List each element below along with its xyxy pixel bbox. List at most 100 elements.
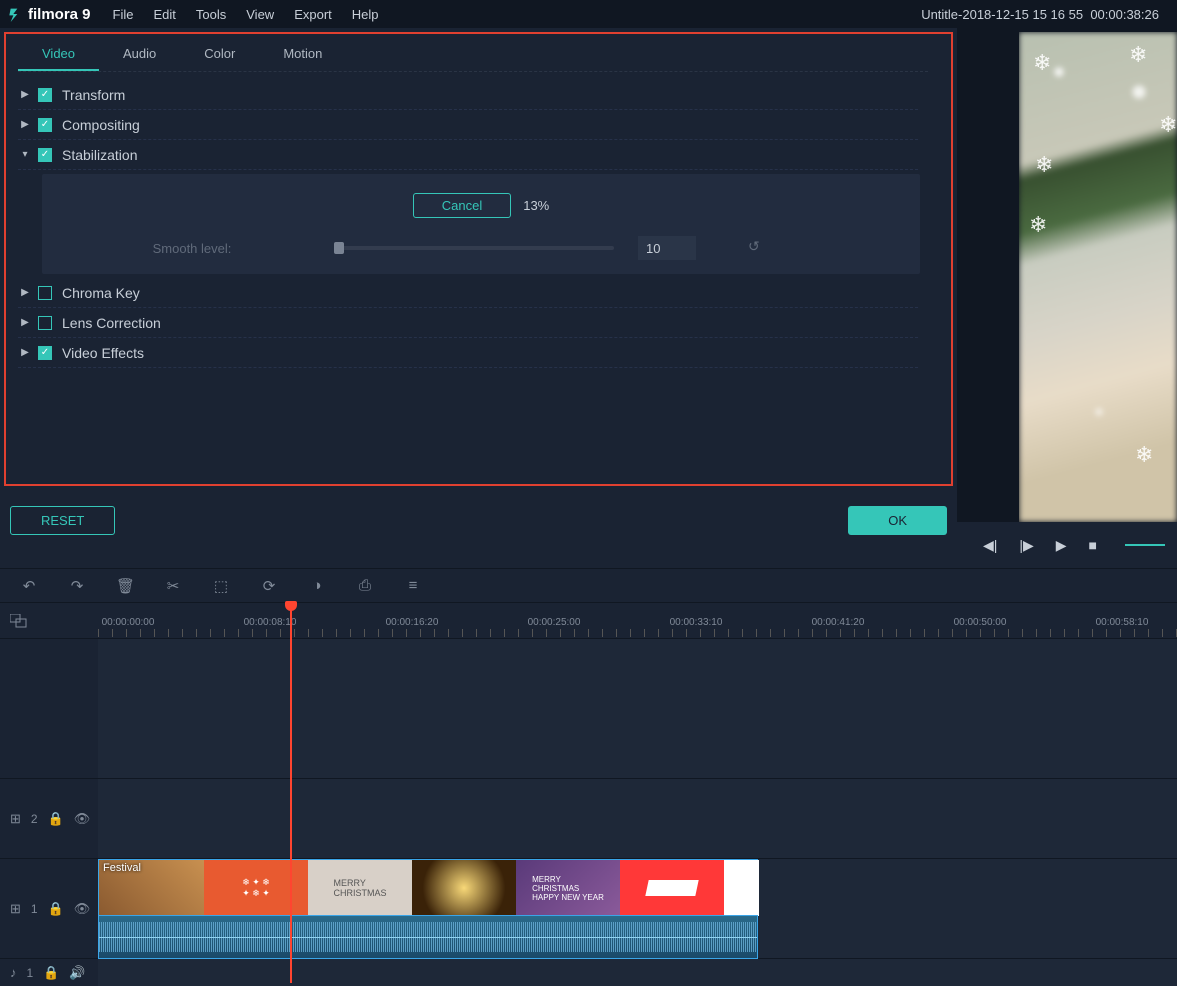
adjust-icon[interactable]: ≡: [404, 577, 422, 594]
chevron-right-icon[interactable]: ▶: [18, 287, 32, 298]
reset-icon[interactable]: ↺: [748, 238, 768, 258]
section-label: Video Effects: [62, 345, 144, 361]
ruler-label: 00:00:58:10: [1096, 617, 1149, 628]
track-number: 2: [31, 812, 38, 826]
project-title: Untitle-2018-12-15 15 16 55 00:00:38:26: [921, 7, 1159, 22]
ruler-label: 00:00:00:00: [102, 617, 155, 628]
ruler-label: 00:00:50:00: [954, 617, 1007, 628]
volume-slider[interactable]: [1125, 544, 1165, 546]
eye-icon[interactable]: 👁: [74, 811, 91, 827]
timeline-toolbar: ↶ ↷ 🗑 ✂ ⬚ ⟳ ◑ ⎙ ≡: [0, 568, 1177, 602]
prev-frame-icon[interactable]: ◀|: [983, 537, 997, 554]
speaker-icon[interactable]: 🔊: [69, 965, 85, 981]
color-icon[interactable]: ◑: [308, 577, 326, 594]
empty-track-area: [0, 638, 1177, 778]
section-compositing[interactable]: ▶ ✓ Compositing: [18, 110, 918, 140]
checkbox-transform[interactable]: ✓: [38, 88, 52, 102]
section-lens-correction[interactable]: ▶ Lens Correction: [18, 308, 918, 338]
audio-waveform[interactable]: [98, 915, 758, 959]
chevron-right-icon[interactable]: ▶: [18, 89, 32, 100]
snowflake-icon: ❄: [1159, 112, 1177, 138]
properties-panel: Video Audio Color Motion ▶ ✓ Transform ▶…: [0, 28, 957, 568]
tab-audio[interactable]: Audio: [99, 38, 180, 71]
checkbox-chroma[interactable]: [38, 286, 52, 300]
checkbox-stabilization[interactable]: ✓: [38, 148, 52, 162]
tab-color[interactable]: Color: [180, 38, 259, 71]
snowflake-icon: ❄: [1029, 212, 1047, 238]
tab-video[interactable]: Video: [18, 38, 99, 71]
snowflake-icon: ❄: [1033, 50, 1051, 76]
menu-file[interactable]: File: [103, 7, 144, 22]
menu-edit[interactable]: Edit: [143, 7, 185, 22]
slider-thumb[interactable]: [334, 242, 344, 254]
track-body[interactable]: Festival ❄ ✦ ❄✦ ❄ ✦ MERRYCHRISTMAS MERRY…: [98, 859, 1177, 958]
track-head-v2: ⊞ 2 🔒 👁: [0, 779, 98, 858]
track-head-a1: ♪ 1 🔒 🔊: [0, 959, 98, 986]
next-frame-icon[interactable]: |▶: [1019, 537, 1033, 554]
sections: ▶ ✓ Transform ▶ ✓ Compositing ▾ ✓ Stabil…: [18, 80, 921, 368]
property-tabs: Video Audio Color Motion: [18, 38, 928, 72]
track-body[interactable]: [98, 959, 1177, 986]
section-label: Transform: [62, 87, 125, 103]
undo-icon[interactable]: ↶: [20, 577, 38, 595]
track-number: 1: [27, 966, 34, 980]
main-area: Video Audio Color Motion ▶ ✓ Transform ▶…: [0, 28, 1177, 568]
section-stabilization[interactable]: ▾ ✓ Stabilization: [18, 140, 918, 170]
track-body[interactable]: [98, 779, 1177, 858]
filmora-icon: [8, 6, 24, 22]
lock-icon[interactable]: 🔒: [43, 965, 59, 981]
chevron-right-icon[interactable]: ▶: [18, 119, 32, 130]
lock-icon[interactable]: 🔒: [48, 901, 64, 917]
menu-view[interactable]: View: [236, 7, 284, 22]
section-label: Compositing: [62, 117, 140, 133]
track-head-v1: ⊞ 1 🔒 👁: [0, 901, 98, 917]
snowflake-icon: ❄: [1035, 152, 1053, 178]
ruler-label: 00:00:16:20: [386, 617, 439, 628]
cancel-button[interactable]: Cancel: [413, 193, 511, 218]
smooth-slider[interactable]: [334, 246, 614, 250]
delete-icon[interactable]: 🗑: [116, 577, 134, 595]
snapshot-icon[interactable]: ⎙: [356, 577, 374, 594]
checkbox-effects[interactable]: ✓: [38, 346, 52, 360]
track-manager-icon[interactable]: [0, 614, 98, 628]
menu-help[interactable]: Help: [342, 7, 389, 22]
play-icon[interactable]: ▶: [1056, 537, 1067, 554]
split-icon[interactable]: ✂: [164, 577, 182, 595]
playhead[interactable]: [290, 603, 292, 983]
menu-tools[interactable]: Tools: [186, 7, 236, 22]
smooth-level-label: Smooth level:: [62, 241, 322, 256]
reset-button[interactable]: RESET: [10, 506, 115, 535]
snowflake-icon: ❄: [1129, 42, 1147, 68]
track-number: 1: [31, 902, 38, 916]
video-track-1: ⊞ 1 🔒 👁 Festival ❄ ✦ ❄✦ ❄ ✦ MERRYCHRISTM…: [0, 858, 1177, 958]
smooth-value-input[interactable]: [638, 236, 696, 260]
redo-icon[interactable]: ↷: [68, 577, 86, 595]
chevron-right-icon[interactable]: ▶: [18, 347, 32, 358]
section-transform[interactable]: ▶ ✓ Transform: [18, 80, 918, 110]
lock-icon[interactable]: 🔒: [48, 811, 64, 827]
track-body[interactable]: [98, 639, 1177, 778]
clip-label: Festival: [103, 862, 141, 874]
tab-motion[interactable]: Motion: [259, 38, 346, 71]
preview-viewport[interactable]: ❄ ❄ ❄ ❄ ❄ ❄: [1019, 32, 1177, 522]
section-video-effects[interactable]: ▶ ✓ Video Effects: [18, 338, 918, 368]
menu-export[interactable]: Export: [284, 7, 342, 22]
time-ruler[interactable]: 00:00:00:00 00:00:08:10 00:00:16:20 00:0…: [98, 603, 1177, 639]
crop-icon[interactable]: ⬚: [212, 577, 230, 595]
panel-buttons: RESET OK: [4, 486, 953, 535]
menubar: filmora 9 File Edit Tools View Export He…: [0, 0, 1177, 28]
preview-controls: ◀| |▶ ▶ ■: [957, 522, 1177, 568]
chevron-down-icon[interactable]: ▾: [18, 149, 32, 160]
timeline: 00:00:00:00 00:00:08:10 00:00:16:20 00:0…: [0, 602, 1177, 986]
highlighted-panel: Video Audio Color Motion ▶ ✓ Transform ▶…: [4, 32, 953, 486]
eye-icon[interactable]: 👁: [74, 901, 91, 917]
speed-icon[interactable]: ⟳: [260, 577, 278, 595]
checkbox-lens[interactable]: [38, 316, 52, 330]
section-chroma-key[interactable]: ▶ Chroma Key: [18, 278, 918, 308]
checkbox-compositing[interactable]: ✓: [38, 118, 52, 132]
preview-panel: ❄ ❄ ❄ ❄ ❄ ❄ ◀| |▶ ▶ ■: [957, 28, 1177, 568]
ok-button[interactable]: OK: [848, 506, 947, 535]
stop-icon[interactable]: ■: [1089, 537, 1097, 553]
video-clip[interactable]: Festival ❄ ✦ ❄✦ ❄ ✦ MERRYCHRISTMAS MERRY…: [98, 859, 758, 915]
chevron-right-icon[interactable]: ▶: [18, 317, 32, 328]
